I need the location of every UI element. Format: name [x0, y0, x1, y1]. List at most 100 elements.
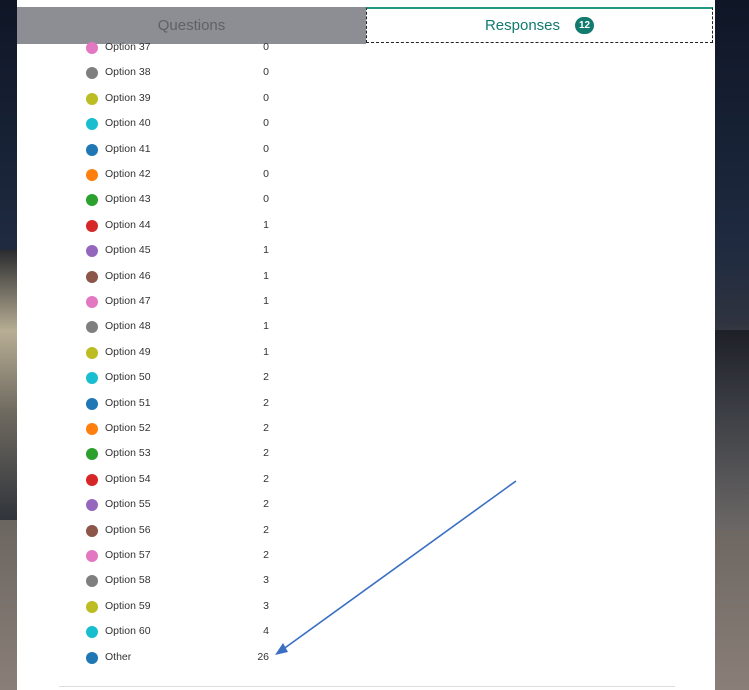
option-count: 1: [263, 218, 269, 231]
option-count: 2: [263, 498, 269, 511]
option-label: Option 50: [105, 371, 151, 384]
option-label: Option 55: [105, 498, 151, 511]
list-item: Option 42 0: [17, 165, 715, 185]
legend-color-dot: [86, 296, 98, 308]
list-item: Option 49 1: [17, 343, 715, 363]
section-divider: [59, 686, 675, 687]
option-label: Option 42: [105, 168, 151, 180]
legend-color-dot: [86, 651, 98, 664]
legend-color-dot: [86, 346, 98, 359]
list-item: Option 43 0: [17, 190, 715, 210]
option-label: Option 51: [105, 396, 151, 409]
legend-color-dot: [86, 270, 98, 283]
option-count: 2: [263, 549, 269, 561]
option-label: Option 48: [105, 320, 151, 333]
option-label: Option 41: [105, 142, 151, 155]
legend-color-dot: [86, 42, 98, 54]
option-label: Option 59: [105, 599, 151, 612]
option-label: Option 38: [105, 66, 151, 79]
background-monument: [0, 250, 18, 520]
option-label: Option 58: [105, 574, 151, 587]
option-label: Option 43: [105, 193, 151, 206]
legend-color-dot: [86, 499, 98, 512]
list-item: Option 40 0: [17, 114, 715, 134]
legend-color-dot: [86, 524, 98, 537]
option-count: 2: [263, 447, 269, 460]
tab-responses-label: Responses: [484, 17, 561, 34]
legend-color-dot: [86, 67, 98, 80]
list-item: Option 48 1: [17, 317, 715, 337]
option-count: 1: [263, 244, 269, 257]
option-count: 2: [263, 371, 269, 384]
option-label: Option 49: [105, 345, 151, 358]
option-count: 3: [263, 599, 269, 612]
list-item: Option 55 2: [17, 495, 715, 515]
option-count: 0: [263, 41, 269, 53]
option-count: 0: [263, 117, 269, 130]
list-item: Option 39 0: [17, 89, 715, 109]
list-item: Option 56 2: [17, 521, 715, 541]
legend-color-dot: [86, 219, 98, 232]
option-count: 3: [263, 574, 269, 587]
option-label: Option 44: [105, 218, 151, 231]
list-item: Option 51 2: [17, 394, 715, 414]
option-label: Option 47: [105, 295, 151, 307]
option-label: Option 60: [105, 625, 151, 638]
responses-count-badge: 12: [575, 17, 595, 34]
option-count: 0: [263, 193, 269, 206]
list-item: Option 45 1: [17, 241, 715, 261]
legend-color-dot: [86, 626, 98, 639]
legend-color-dot: [86, 397, 98, 410]
list-item: Option 57 2: [17, 546, 715, 566]
option-label: Option 40: [105, 117, 151, 130]
option-label: Option 53: [105, 447, 151, 460]
legend-color-dot: [86, 194, 98, 207]
option-count: 0: [263, 91, 269, 104]
responses-panel: Questions Responses 12 Option 37 0 Option …: [17, 0, 715, 690]
option-label: Other: [105, 650, 132, 663]
option-count: 2: [263, 472, 269, 485]
list-item: Option 60 4: [17, 622, 715, 642]
option-count: 0: [263, 142, 269, 155]
legend-color-dot: [86, 372, 98, 385]
option-label: Option 37: [105, 41, 151, 53]
option-count: 0: [263, 66, 269, 79]
option-count: 2: [263, 523, 269, 536]
list-item: Option 53 2: [17, 444, 715, 464]
list-item: Option 54 2: [17, 470, 715, 490]
list-item: Option 50 2: [17, 368, 715, 388]
option-count: 2: [263, 396, 269, 409]
legend-color-dot: [86, 92, 98, 105]
list-item: Option 41 0: [17, 140, 715, 160]
list-item: Option 38 0: [17, 63, 715, 83]
option-count: 2: [263, 422, 269, 434]
option-label: Option 54: [105, 472, 151, 485]
option-count: 1: [263, 345, 269, 358]
option-count: 26: [257, 650, 269, 663]
legend-color-dot: [86, 118, 98, 131]
list-item: Option 47 1: [17, 292, 715, 312]
option-count: 4: [263, 625, 269, 638]
list-item: Option 52 2: [17, 419, 715, 439]
legend-color-dot: [86, 448, 98, 461]
option-label: Option 45: [105, 244, 151, 257]
legend-color-dot: [86, 321, 98, 334]
list-item: Option 37 0: [17, 38, 715, 58]
legend-color-dot: [86, 423, 98, 435]
background-building: [715, 330, 749, 530]
option-count: 1: [263, 269, 269, 282]
option-count: 0: [263, 168, 269, 180]
option-label: Option 39: [105, 91, 151, 104]
option-label: Option 57: [105, 549, 151, 561]
list-item: Other 26: [17, 648, 715, 668]
option-label: Option 56: [105, 523, 151, 536]
list-item: Option 46 1: [17, 267, 715, 287]
option-label: Option 52: [105, 422, 151, 434]
legend-color-dot: [86, 473, 98, 486]
legend-color-dot: [86, 169, 98, 181]
list-item: Option 58 3: [17, 571, 715, 591]
legend-color-dot: [86, 245, 98, 258]
option-label: Option 46: [105, 269, 151, 282]
legend-color-dot: [86, 600, 98, 613]
option-count: 1: [263, 295, 269, 307]
